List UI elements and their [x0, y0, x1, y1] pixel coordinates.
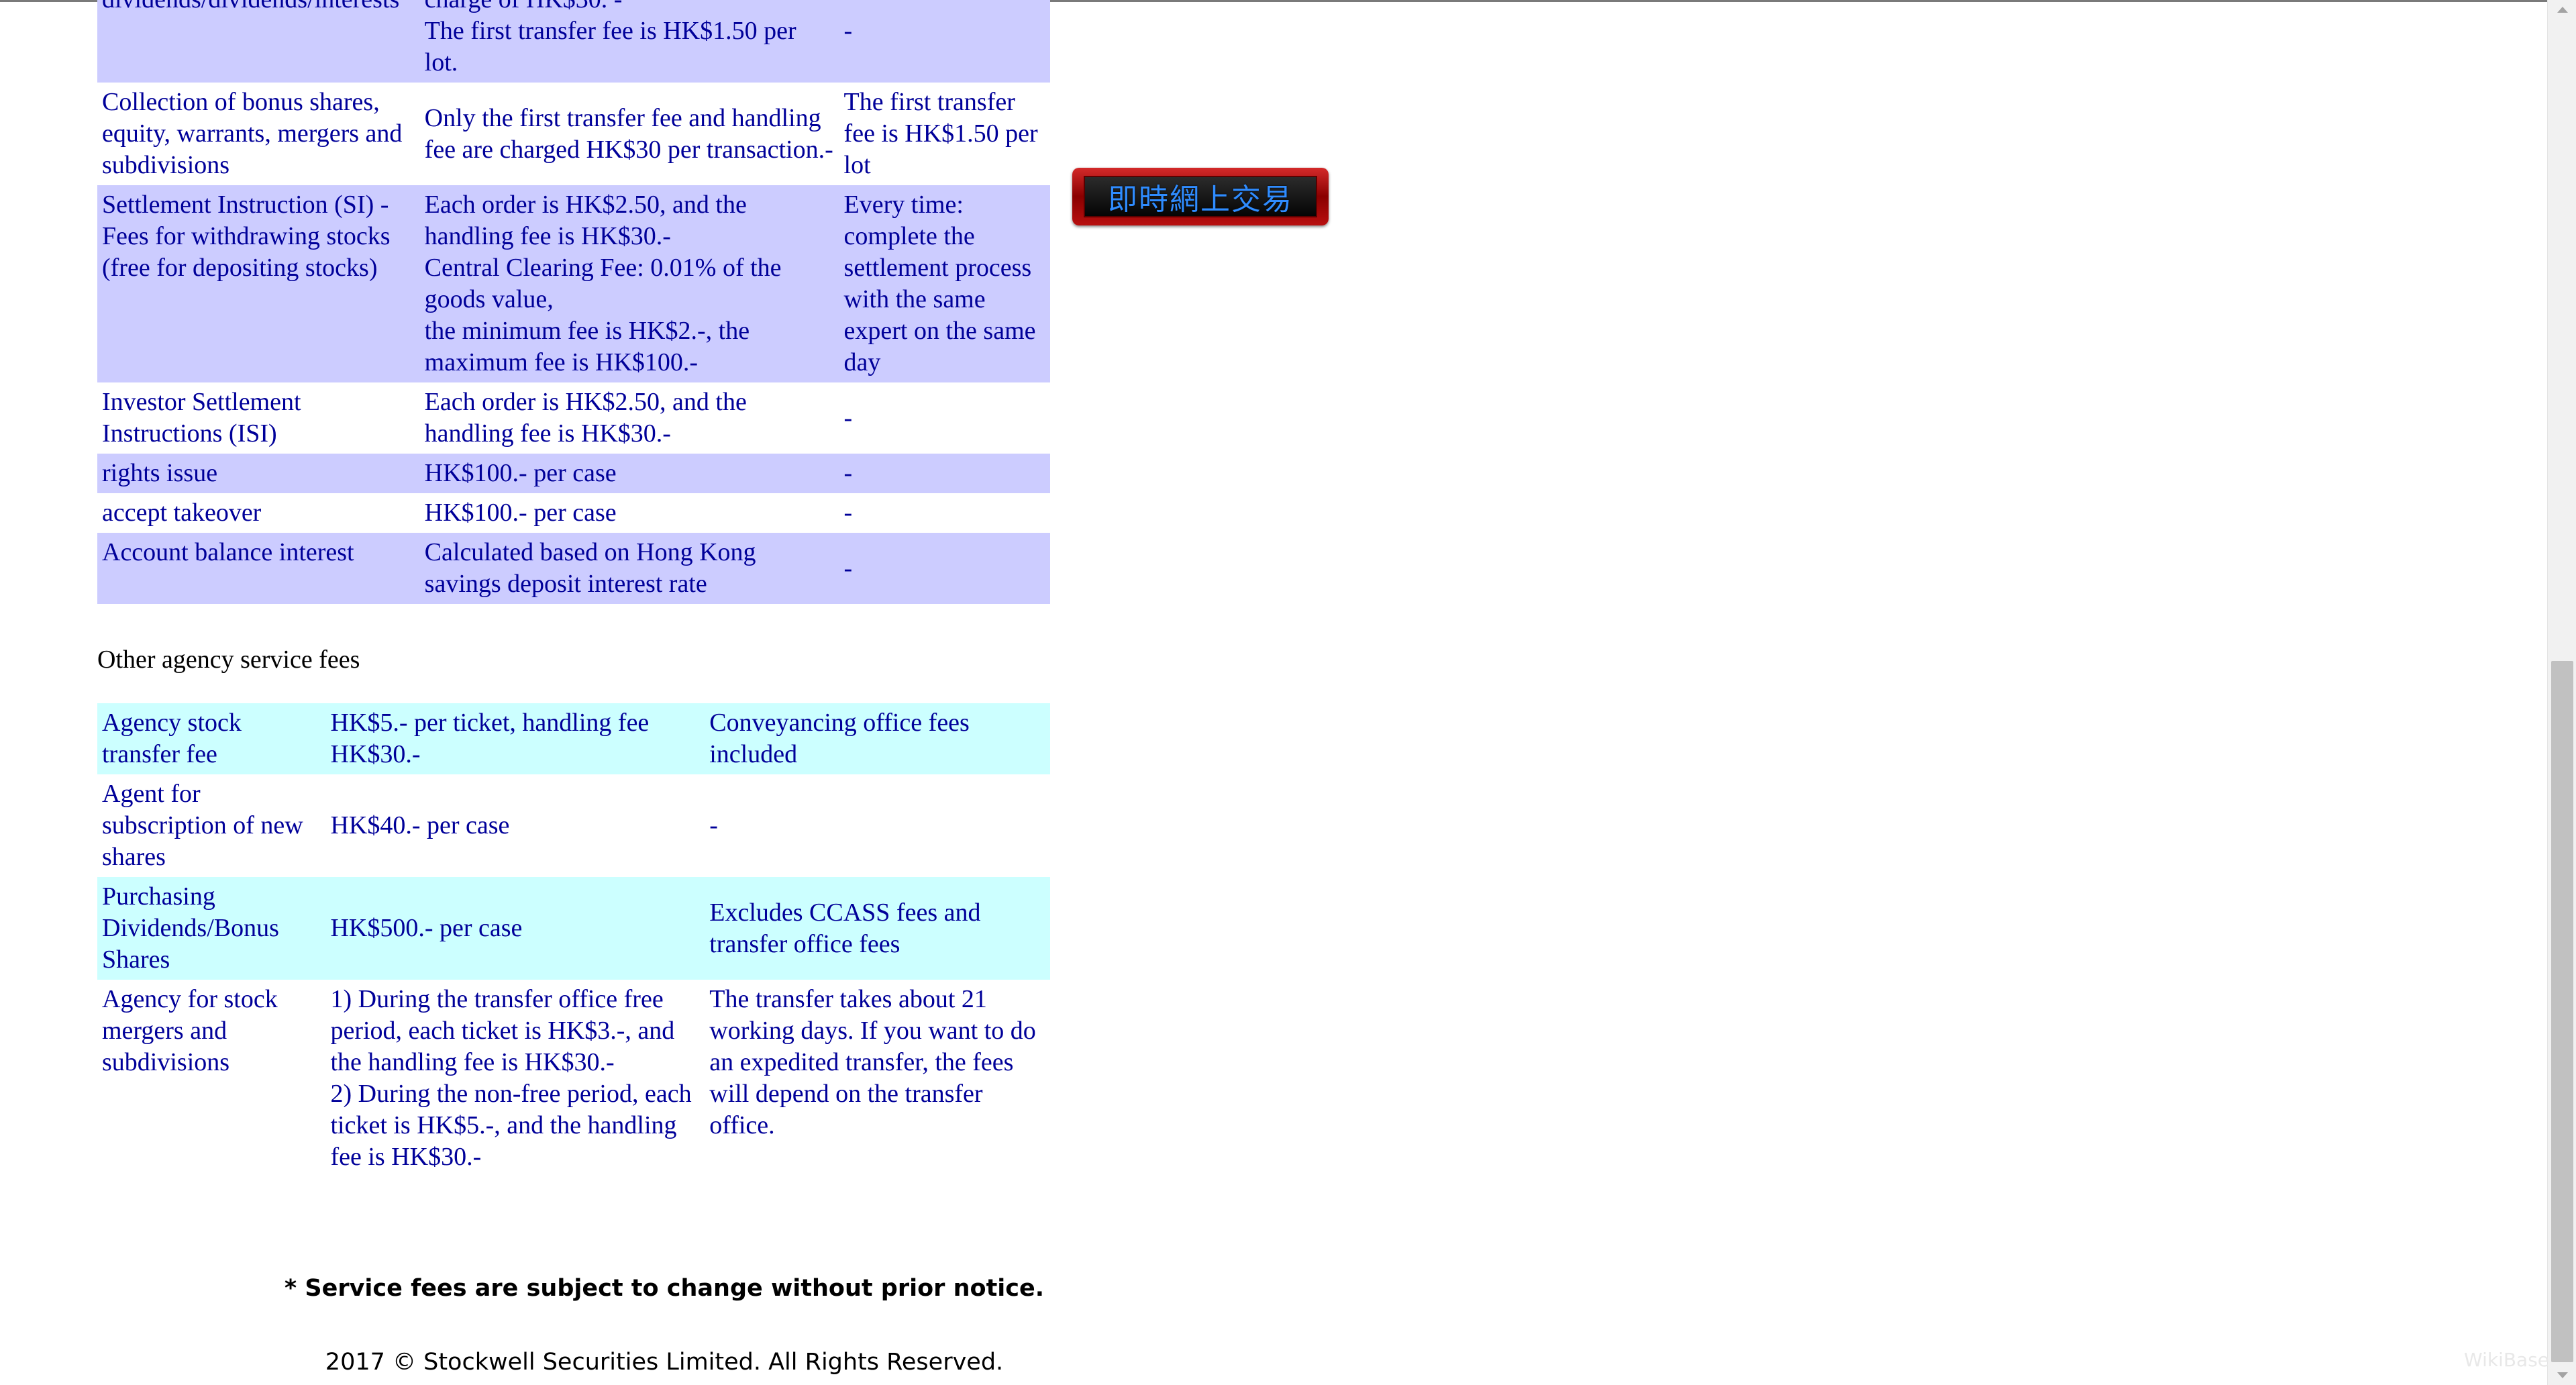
- table-cell: Investor Settlement Instructions (ISI): [97, 382, 420, 454]
- table-row: Agent for subscription of new shares HK$…: [97, 774, 1050, 877]
- cell-text: Investor Settlement Instructions (ISI): [102, 388, 301, 448]
- cell-text: Each order is HK$2.50, and the handling …: [424, 191, 782, 376]
- cell-text: charge of HK$30. - The first transfer fe…: [424, 0, 796, 76]
- table-cell: Conveyancing office fees included: [705, 703, 1050, 774]
- cell-text: HK$5.- per ticket, handling fee HK$30.-: [330, 709, 650, 768]
- cell-text: Agency for stock mergers and subdivision…: [102, 985, 278, 1076]
- table-row: Purchasing Dividends/Bonus Shares HK$500…: [97, 877, 1050, 980]
- watermark: WikiBase: [2464, 1349, 2550, 1371]
- cell-text: -: [709, 811, 718, 839]
- table-cell: -: [839, 382, 1050, 454]
- table-cell: rights issue: [97, 454, 420, 493]
- table-cell: Agency for stock mergers and subdivision…: [97, 980, 325, 1177]
- table-cell: -: [839, 493, 1050, 533]
- service-fee-notice: * Service fees are subject to change wit…: [284, 1275, 1045, 1302]
- cell-text: rights issue: [102, 459, 218, 487]
- table-row: Agency stock transfer fee HK$5.- per tic…: [97, 703, 1050, 774]
- copyright-text: 2017 © Stockwell Securities Limited. All…: [325, 1349, 1004, 1376]
- cell-text: The first transfer fee is HK$1.50 per lo…: [843, 88, 1038, 179]
- cell-text: -: [843, 459, 853, 487]
- online-trading-button-label: 即時網上交易: [1084, 176, 1317, 217]
- cell-text: Agency stock transfer fee: [102, 709, 242, 768]
- table-cell: accept takeover: [97, 493, 420, 533]
- cell-text: dividends/dividends/interests: [102, 0, 399, 13]
- cell-text: Purchasing Dividends/Bonus Shares: [102, 882, 279, 974]
- cell-text: Settlement Instruction (SI) - Fees for w…: [102, 191, 391, 282]
- cell-text: Excludes CCASS fees and transfer office …: [709, 898, 981, 958]
- cell-text: HK$100.- per case: [424, 499, 617, 527]
- scroll-up-arrow-icon[interactable]: [2557, 7, 2568, 13]
- cell-text: Only the first transfer fee and handling…: [424, 103, 833, 164]
- table-cell: HK$100.- per case: [419, 454, 839, 493]
- cell-text: HK$500.- per case: [330, 914, 523, 942]
- table-row: dividends/dividends/interests charge of …: [97, 0, 1050, 83]
- table-cell: HK$100.- per case: [420, 493, 839, 533]
- vertical-scrollbar[interactable]: [2547, 0, 2576, 1385]
- table-cell: Settlement Instruction (SI) - Fees for w…: [97, 185, 420, 382]
- cell-text: Conveyancing office fees included: [709, 709, 970, 768]
- table-cell: The first transfer fee is HK$1.50 per lo…: [839, 83, 1050, 185]
- agency-fees-table: Agency stock transfer fee HK$5.- per tic…: [97, 703, 1050, 1177]
- cell-text: Each order is HK$2.50, and the handling …: [424, 388, 747, 448]
- table-row: Investor Settlement Instructions (ISI) E…: [97, 382, 1050, 454]
- cell-text: Agent for subscription of new shares: [102, 780, 303, 871]
- table-cell: dividends/dividends/interests: [97, 0, 420, 83]
- table-cell: HK$40.- per case: [325, 774, 705, 877]
- cell-text: The transfer takes about 21 working days…: [709, 985, 1036, 1139]
- table-cell: Each order is HK$2.50, and the handling …: [420, 382, 839, 454]
- table-cell: Purchasing Dividends/Bonus Shares: [97, 877, 326, 980]
- table-cell: Only the first transfer fee and handling…: [420, 83, 839, 185]
- scrollbar-thumb[interactable]: [2551, 661, 2573, 1362]
- cell-text: -: [843, 17, 853, 45]
- section-heading: Other agency service fees: [97, 646, 360, 674]
- table-cell: Agency stock transfer fee: [97, 703, 326, 774]
- online-trading-button[interactable]: 即時網上交易: [1072, 168, 1329, 225]
- table-row: Account balance interest Calculated base…: [97, 533, 1050, 604]
- cell-text: -: [843, 499, 853, 527]
- cell-text: Account balance interest: [102, 538, 354, 566]
- scroll-down-arrow-icon[interactable]: [2557, 1372, 2568, 1378]
- table-row: Agency for stock mergers and subdivision…: [97, 980, 1050, 1177]
- table-cell: Excludes CCASS fees and transfer office …: [705, 877, 1050, 980]
- table-cell: HK$5.- per ticket, handling fee HK$30.-: [325, 703, 705, 774]
- table-cell: Each order is HK$2.50, and the handling …: [419, 185, 839, 382]
- cell-text: accept takeover: [102, 499, 262, 527]
- table-cell: -: [839, 454, 1050, 493]
- table-row: accept takeover HK$100.- per case -: [97, 493, 1050, 533]
- cell-text: Calculated based on Hong Kong savings de…: [424, 538, 756, 598]
- fees-table: dividends/dividends/interests charge of …: [97, 0, 1050, 604]
- cell-text: HK$100.- per case: [424, 459, 617, 487]
- table-row: rights issue HK$100.- per case -: [97, 454, 1050, 493]
- page: dividends/dividends/interests charge of …: [0, 0, 2576, 1385]
- table-cell: Every time: complete the settlement proc…: [839, 185, 1050, 382]
- cell-text: HK$40.- per case: [330, 811, 510, 839]
- table-row: Collection of bonus shares, equity, warr…: [97, 83, 1050, 185]
- table-cell: -: [839, 533, 1050, 604]
- table-cell: HK$500.- per case: [325, 877, 705, 980]
- table-cell: Calculated based on Hong Kong savings de…: [419, 533, 839, 604]
- table-cell: The transfer takes about 21 working days…: [705, 980, 1050, 1177]
- table-cell: charge of HK$30. - The first transfer fe…: [419, 0, 839, 83]
- table-cell: -: [705, 774, 1050, 877]
- table-cell: 1) During the transfer office free perio…: [325, 980, 705, 1177]
- cell-text: 1) During the transfer office free perio…: [330, 985, 692, 1171]
- cell-text: -: [843, 403, 853, 432]
- cell-text: Collection of bonus shares, equity, warr…: [102, 88, 403, 179]
- table-cell: Agent for subscription of new shares: [97, 774, 325, 877]
- cell-text: Every time: complete the settlement proc…: [843, 191, 1036, 376]
- table-cell: -: [839, 0, 1050, 83]
- cell-text: -: [843, 554, 853, 582]
- table-cell: Collection of bonus shares, equity, warr…: [97, 83, 420, 185]
- table-row: Settlement Instruction (SI) - Fees for w…: [97, 185, 1050, 382]
- table-cell: Account balance interest: [97, 533, 420, 604]
